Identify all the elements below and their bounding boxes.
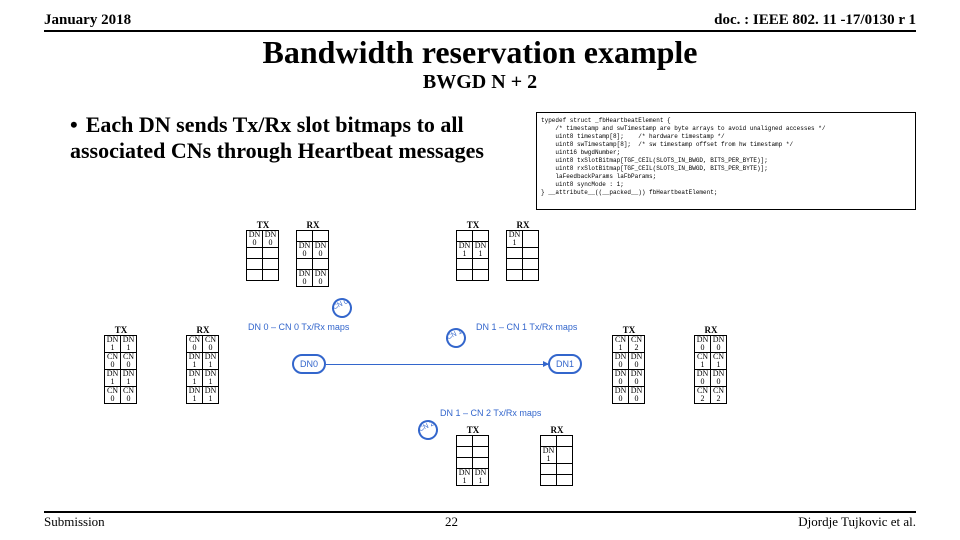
header-left: January 2018: [44, 12, 131, 29]
table-topB-rx: DN 1: [506, 230, 539, 281]
edge-dn0-dn1: [326, 364, 548, 365]
group-top-a-rx: RX DN 0DN 0DN 0DN 0: [296, 220, 330, 287]
footer-mid: 22: [445, 514, 458, 530]
header-right: doc. : IEEE 802. 11 -17/0130 r 1: [714, 12, 916, 29]
table-leftA-rx: CN 0CN 0DN 1DN 1DN 1DN 1DN 1DN 1: [186, 335, 219, 404]
footer-left: Submission: [44, 514, 105, 530]
table-topA-rx: DN 0DN 0DN 0DN 0: [296, 230, 329, 287]
table-rightA-tx: CN 1CN 2DN 0DN 0DN 0DN 0DN 0DN 0: [612, 335, 645, 404]
group-bot-a-rx: RX DN 1: [540, 425, 574, 486]
page-subtitle: BWGD N + 2: [44, 71, 916, 94]
page-title: Bandwidth reservation example: [44, 34, 916, 71]
table-rightA-rx: DN 0DN 0CN 1CN 1DN 0DN 0CN 2CN 2: [694, 335, 727, 404]
map-label-c: DN 1 – CN 2 Tx/Rx maps: [440, 408, 541, 418]
table-botA-tx: DN 1DN 1: [456, 435, 489, 486]
map-label-a: DN 0 – CN 0 Tx/Rx maps: [248, 322, 349, 332]
group-top-b: TX DN 1DN 1: [456, 220, 490, 281]
group-right-a: TX CN 1CN 2DN 0DN 0DN 0DN 0DN 0DN 0: [612, 325, 646, 404]
group-top-b-rx: RX DN 1: [506, 220, 540, 281]
table-leftA-tx: DN 1DN 1CN 0CN 0DN 1DN 1CN 0CN 0: [104, 335, 137, 404]
table-botA-rx: DN 1: [540, 435, 573, 486]
group-left-a: TX DN 1DN 1CN 0CN 0DN 1DN 1CN 0CN 0: [104, 325, 138, 404]
node-cn2: CN 2: [415, 417, 442, 444]
node-dn0: DN0: [292, 354, 326, 374]
group-bot-a: TX DN 1DN 1: [456, 425, 490, 486]
group-right-a-rx: RX DN 0DN 0CN 1CN 1DN 0DN 0CN 2CN 2: [694, 325, 728, 404]
map-label-b: DN 1 – CN 1 Tx/Rx maps: [476, 322, 577, 332]
group-top-a: TX DN 0DN 0: [246, 220, 280, 281]
footer-right: Djordje Tujkovic et al.: [798, 514, 916, 530]
node-cn1: CN 1: [443, 325, 470, 352]
node-dn1: DN1: [548, 354, 582, 374]
code-block: typedef struct _fbHeartbeatElement { /* …: [536, 112, 916, 210]
table-topA-tx: DN 0DN 0: [246, 230, 279, 281]
bullet-main: •Each DN sends Tx/Rx slot bitmaps to all…: [70, 112, 530, 164]
table-topB-tx: DN 1DN 1: [456, 230, 489, 281]
group-left-a-rx: RX CN 0CN 0DN 1DN 1DN 1DN 1DN 1DN 1: [186, 325, 220, 404]
node-cn0: CN 0: [329, 295, 356, 322]
